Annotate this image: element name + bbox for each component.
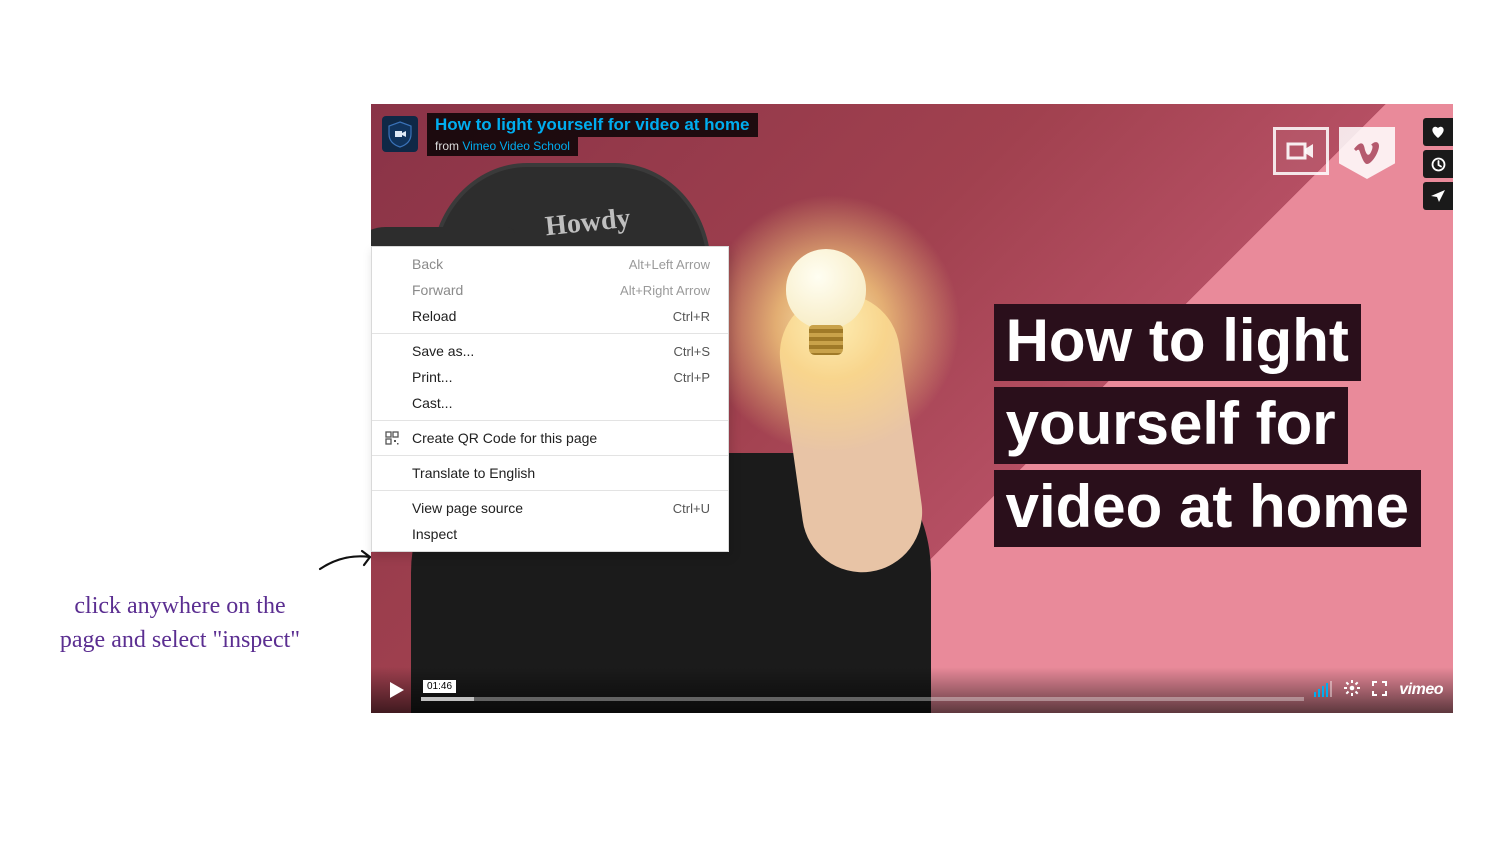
thumbnail-title-line3: video at home [994,470,1421,547]
play-button[interactable] [381,675,411,705]
fullscreen-button[interactable] [1372,681,1387,700]
channel-avatar[interactable] [382,116,418,152]
camera-badge[interactable] [1273,127,1329,175]
video-title-badge: How to light yourself for video at home … [382,113,758,156]
progress-loaded [421,697,474,701]
from-prefix: from [435,139,462,153]
player-controls: 01:46 vimeo [371,667,1453,713]
shield-video-icon [385,119,415,149]
play-icon [385,679,407,701]
vimeo-logo-link[interactable]: vimeo [1399,681,1443,699]
context-menu-item-translate-to-english[interactable]: Translate to English [372,460,728,486]
video-title-link[interactable]: How to light yourself for video at home [427,113,758,137]
progress-bar-wrap[interactable]: 01:46 [421,679,1304,701]
context-menu-separator [372,333,728,334]
progress-track[interactable] [421,697,1304,701]
context-menu-item-forward: Forward Alt+Right Arrow [372,277,728,303]
volume-control[interactable] [1314,683,1332,697]
current-time-label: 01:46 [423,680,456,693]
lightbulb-icon [786,249,866,359]
context-menu-item-back: Back Alt+Left Arrow [372,251,728,277]
context-menu-item-print[interactable]: Print... Ctrl+P [372,364,728,390]
side-action-buttons [1423,118,1453,210]
gear-icon [1344,680,1360,696]
context-menu-item-label: Print... [412,369,452,385]
qr-code-icon [384,430,400,446]
fullscreen-icon [1372,681,1387,696]
thumbnail-title-line2: yourself for [994,387,1348,464]
heart-icon [1430,125,1446,139]
like-button[interactable] [1423,118,1453,146]
context-menu-item-label: Save as... [412,343,474,359]
context-menu-item-label: Cast... [412,395,452,411]
context-menu-separator [372,455,728,456]
video-camera-icon [1286,140,1316,162]
context-menu-item-shortcut: Alt+Left Arrow [629,257,710,272]
right-controls: vimeo [1314,680,1443,700]
cap-text: Howdy [544,203,632,244]
annotation-line1: click anywhere on the [30,590,330,624]
context-menu-item-create-qr-code-for-this-page[interactable]: Create QR Code for this page [372,425,728,451]
context-menu-item-cast[interactable]: Cast... [372,390,728,416]
clock-icon [1431,157,1446,172]
annotation-line2: page and select "inspect" [30,624,330,658]
vimeo-v-icon [1352,140,1382,166]
context-menu-item-label: Back [412,256,443,272]
context-menu-item-reload[interactable]: Reload Ctrl+R [372,303,728,329]
context-menu-item-shortcut: Ctrl+P [674,370,710,385]
context-menu-item-label: Inspect [412,526,457,542]
video-byline: from Vimeo Video School [427,137,578,155]
context-menu-item-label: Forward [412,282,463,298]
context-menu-item-shortcut: Alt+Right Arrow [620,283,710,298]
context-menu-separator [372,420,728,421]
watch-later-button[interactable] [1423,150,1453,178]
context-menu-item-label: Create QR Code for this page [412,430,597,446]
channel-link[interactable]: Vimeo Video School [462,139,570,153]
context-menu-separator [372,490,728,491]
context-menu-item-inspect[interactable]: Inspect [372,521,728,547]
top-right-badges [1273,127,1395,179]
instruction-annotation: click anywhere on the page and select "i… [30,590,330,657]
context-menu-item-view-page-source[interactable]: View page source Ctrl+U [372,495,728,521]
context-menu: Back Alt+Left Arrow Forward Alt+Right Arrow… [371,246,729,552]
settings-button[interactable] [1344,680,1360,700]
thumbnail-title-line1: How to light [994,304,1361,381]
share-button[interactable] [1423,182,1453,210]
context-menu-item-shortcut: Ctrl+R [673,309,710,324]
context-menu-item-label: Translate to English [412,465,535,481]
paper-plane-icon [1430,189,1446,203]
context-menu-item-label: Reload [412,308,456,324]
thumbnail-title: How to light yourself for video at home [994,304,1421,553]
context-menu-item-label: View page source [412,500,523,516]
vimeo-shield-badge[interactable] [1339,127,1395,179]
context-menu-item-save-as[interactable]: Save as... Ctrl+S [372,338,728,364]
video-title-lines: How to light yourself for video at home … [427,113,758,156]
context-menu-item-shortcut: Ctrl+S [674,344,710,359]
context-menu-item-shortcut: Ctrl+U [673,501,710,516]
annotation-arrow-icon [318,545,378,575]
